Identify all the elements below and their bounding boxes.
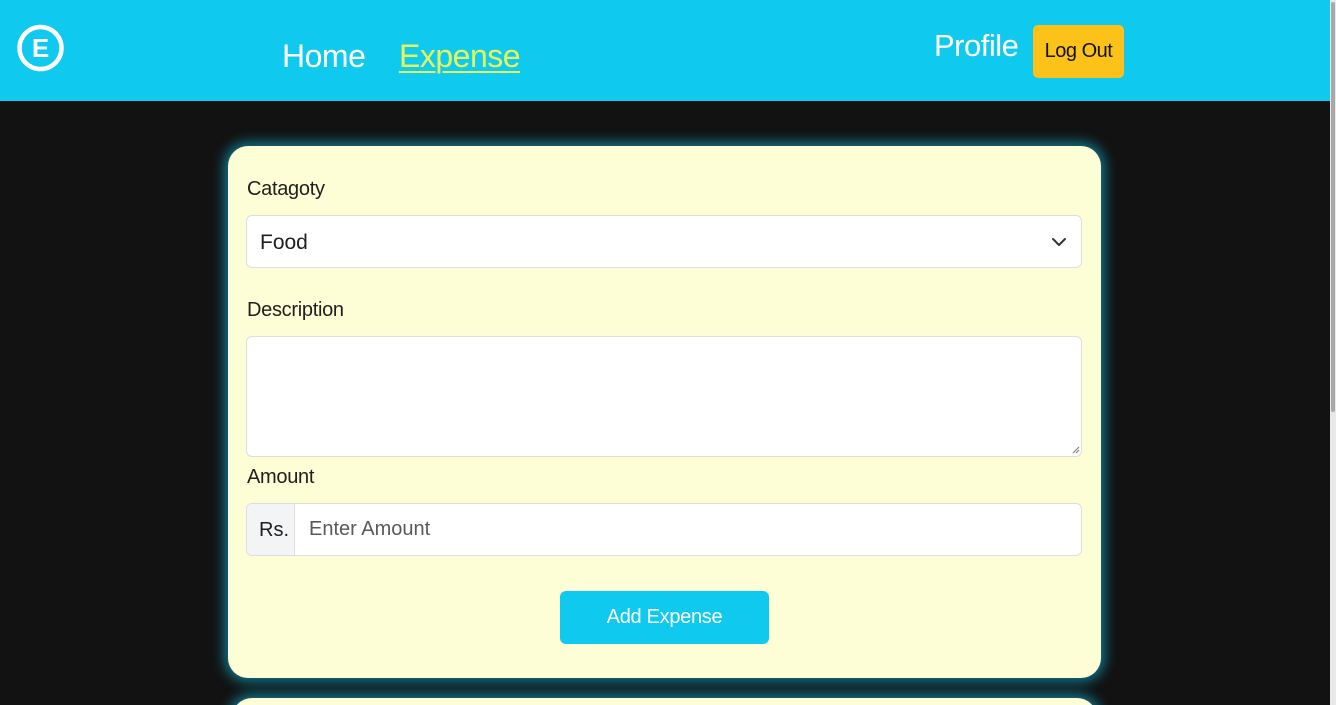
amount-label: Amount	[247, 466, 315, 488]
description-label: Description	[247, 299, 344, 321]
expense-list-card	[232, 698, 1097, 705]
amount-input-group: Rs.	[246, 503, 1082, 556]
category-select[interactable]: Food	[246, 215, 1082, 268]
currency-prefix: Rs.	[247, 504, 295, 555]
circle-e-logo-icon[interactable]: E	[17, 17, 64, 79]
logo-letter: E	[32, 33, 49, 63]
page: E Home Expense Profile Log Out Catagoty …	[0, 0, 1336, 705]
resize-handle-icon[interactable]	[1072, 446, 1080, 454]
nav-link-profile[interactable]: Profile	[934, 28, 1019, 64]
add-expense-button[interactable]: Add Expense	[560, 591, 769, 644]
navbar: E Home Expense Profile Log Out	[0, 0, 1330, 101]
nav-link-home[interactable]: Home	[282, 38, 366, 75]
category-label: Catagoty	[247, 178, 325, 200]
nav-link-expense[interactable]: Expense	[399, 38, 521, 75]
description-textarea[interactable]	[246, 336, 1082, 457]
category-selected-value: Food	[260, 231, 308, 254]
currency-prefix-text: Rs.	[259, 519, 289, 541]
scrollbar-thumb[interactable]	[1331, 2, 1335, 412]
chevron-down-icon	[1052, 238, 1066, 246]
logout-button[interactable]: Log Out	[1033, 25, 1124, 78]
expense-form-card: Catagoty Food Description Amount Rs. Add…	[228, 146, 1101, 678]
amount-input[interactable]	[295, 504, 1081, 555]
